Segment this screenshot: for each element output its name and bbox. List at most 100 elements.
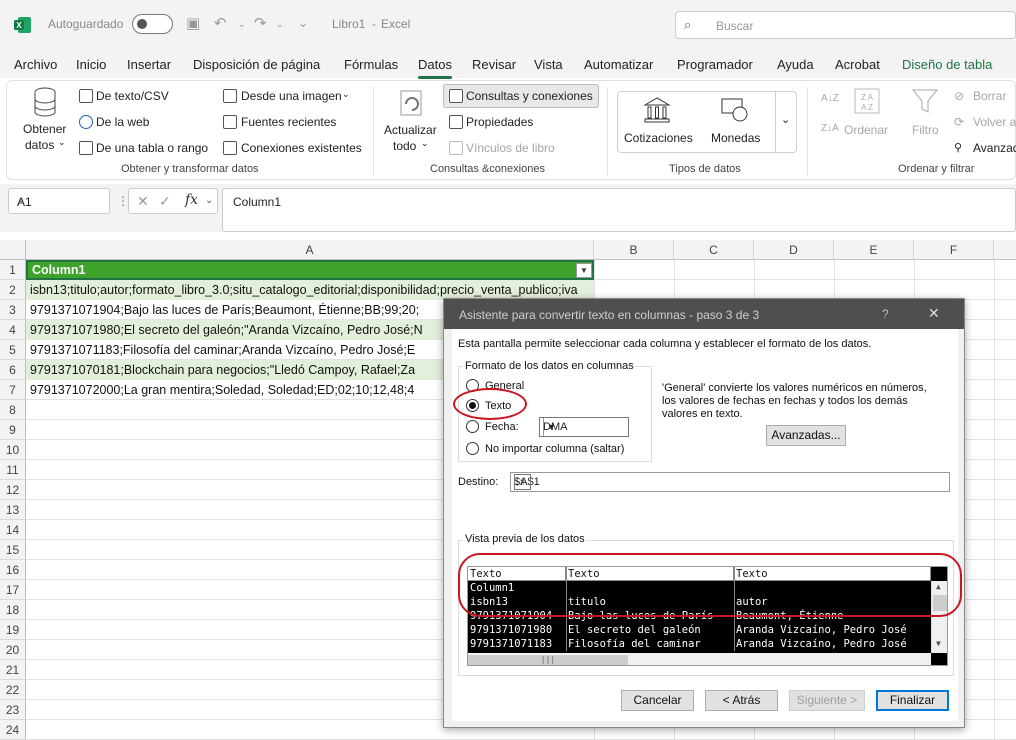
sort-za-icon[interactable]: Z↓A bbox=[821, 123, 839, 134]
date-format-select[interactable]: DMA ▼ bbox=[539, 417, 629, 437]
stocks-button[interactable]: Cotizaciones bbox=[624, 131, 693, 145]
select-all-corner[interactable] bbox=[0, 240, 26, 260]
clear-button[interactable]: Borrar bbox=[973, 89, 1006, 103]
row-header[interactable]: 21 bbox=[0, 660, 26, 680]
autosave-toggle[interactable] bbox=[132, 14, 173, 34]
table-row[interactable]: isbn13;titulo;autor;formato_libro_3.0;si… bbox=[26, 280, 594, 300]
tab-inicio[interactable]: Inicio bbox=[76, 57, 106, 72]
search-input[interactable]: ⌕ Buscar bbox=[675, 11, 1016, 39]
cancel-button[interactable]: Cancelar bbox=[621, 690, 694, 711]
dialog-title-bar[interactable]: Asistente para convertir texto en column… bbox=[444, 299, 964, 329]
advanced-filter-button[interactable]: Avanzad bbox=[973, 141, 1016, 155]
tab-automatizar[interactable]: Automatizar bbox=[584, 57, 653, 72]
row-header[interactable]: 20 bbox=[0, 640, 26, 660]
row-header[interactable]: 6 bbox=[0, 360, 26, 380]
tab-revisar[interactable]: Revisar bbox=[472, 57, 516, 72]
formula-input[interactable]: Column1 bbox=[222, 188, 1016, 232]
column-header[interactable]: D bbox=[754, 240, 834, 260]
undo-dropdown-icon[interactable]: ⌄ bbox=[238, 19, 246, 30]
column-header[interactable]: A bbox=[26, 240, 594, 260]
name-box[interactable]: A1 ⌄ bbox=[8, 188, 110, 214]
undo-icon[interactable]: ↶ bbox=[214, 14, 227, 32]
cancel-icon[interactable]: ✕ bbox=[137, 193, 149, 210]
preview-column-header[interactable]: Texto bbox=[566, 567, 734, 581]
workbook-links-button[interactable]: Vínculos de libro bbox=[466, 141, 555, 155]
properties-button[interactable]: Propiedades bbox=[466, 115, 533, 129]
help-icon[interactable]: ? bbox=[882, 307, 889, 321]
from-image-button[interactable]: Desde una imagen bbox=[241, 89, 342, 103]
get-data-label2[interactable]: datos bbox=[25, 138, 54, 152]
redo-icon[interactable]: ↷ bbox=[254, 14, 267, 32]
get-data-label[interactable]: Obtener bbox=[23, 122, 66, 136]
row-header[interactable]: 17 bbox=[0, 580, 26, 600]
close-icon[interactable]: ✕ bbox=[928, 305, 940, 322]
filter-button[interactable]: Filtro bbox=[912, 123, 939, 137]
tab-diseno-tabla[interactable]: Diseño de tabla bbox=[902, 57, 992, 72]
radio-date[interactable] bbox=[466, 420, 479, 433]
row-header[interactable]: 7 bbox=[0, 380, 26, 400]
finish-button[interactable]: Finalizar bbox=[876, 690, 949, 711]
preview-column-header[interactable]: Texto bbox=[468, 567, 566, 581]
table-header-cell[interactable]: Column1 bbox=[26, 260, 594, 280]
advanced-button[interactable]: Avanzadas... bbox=[766, 425, 846, 446]
row-header[interactable]: 13 bbox=[0, 500, 26, 520]
tab-datos[interactable]: Datos bbox=[418, 57, 452, 79]
save-icon[interactable]: ▣ bbox=[186, 14, 200, 32]
column-header[interactable]: B bbox=[594, 240, 674, 260]
row-header[interactable]: 10 bbox=[0, 440, 26, 460]
insert-function-icon[interactable]: fx bbox=[185, 192, 198, 208]
reapply-button[interactable]: Volver a bbox=[973, 115, 1016, 129]
radio-text-label[interactable]: Texto bbox=[485, 400, 511, 412]
tab-insertar[interactable]: Insertar bbox=[127, 57, 171, 72]
scroll-thumb[interactable] bbox=[933, 595, 947, 611]
preview-column-header[interactable]: Texto bbox=[734, 567, 931, 581]
column-header[interactable]: C bbox=[674, 240, 754, 260]
redo-dropdown-icon[interactable]: ⌄ bbox=[276, 19, 284, 30]
row-header[interactable]: 11 bbox=[0, 460, 26, 480]
enter-icon[interactable]: ✓ bbox=[159, 193, 171, 210]
row-header[interactable]: 9 bbox=[0, 420, 26, 440]
from-text-button[interactable]: De texto/CSV bbox=[96, 89, 169, 103]
row-header[interactable]: 14 bbox=[0, 520, 26, 540]
tab-vista[interactable]: Vista bbox=[534, 57, 563, 72]
row-header[interactable]: 8 bbox=[0, 400, 26, 420]
scroll-thumb[interactable]: ||| bbox=[468, 655, 628, 665]
scroll-down-icon[interactable]: ▼ bbox=[936, 639, 941, 648]
radio-general[interactable] bbox=[466, 379, 479, 392]
radio-general-label[interactable]: General bbox=[485, 380, 524, 392]
preview-horizontal-scrollbar[interactable]: ||| bbox=[468, 653, 931, 665]
row-header[interactable]: 5 bbox=[0, 340, 26, 360]
tab-archivo[interactable]: Archivo bbox=[14, 57, 57, 72]
from-table-button[interactable]: De una tabla o rango bbox=[96, 141, 208, 155]
data-preview[interactable]: Texto Texto Texto Column1 isbn13 titulo … bbox=[467, 566, 948, 666]
row-header[interactable]: 15 bbox=[0, 540, 26, 560]
refresh-all-label[interactable]: Actualizar bbox=[384, 123, 437, 137]
row-header[interactable]: 22 bbox=[0, 680, 26, 700]
collapse-dialog-icon[interactable]: ⇧ bbox=[514, 474, 531, 490]
row-header[interactable]: 2 bbox=[0, 280, 26, 300]
tab-disposicion[interactable]: Disposición de página bbox=[193, 57, 320, 72]
customize-toolbar-icon[interactable]: ⌄ bbox=[298, 16, 308, 30]
tab-ayuda[interactable]: Ayuda bbox=[777, 57, 814, 72]
currencies-button[interactable]: Monedas bbox=[711, 131, 760, 145]
sort-button[interactable]: Ordenar bbox=[844, 123, 888, 137]
radio-text[interactable] bbox=[466, 399, 479, 412]
scroll-up-icon[interactable]: ▲ bbox=[936, 582, 941, 591]
radio-date-label[interactable]: Fecha: bbox=[485, 421, 519, 433]
row-header[interactable]: 16 bbox=[0, 560, 26, 580]
filter-dropdown-icon[interactable]: ▼ bbox=[576, 263, 592, 278]
row-header[interactable]: 24 bbox=[0, 720, 26, 740]
next-button[interactable]: Siguiente > bbox=[789, 690, 865, 711]
tab-formulas[interactable]: Fórmulas bbox=[344, 57, 398, 72]
tab-acrobat[interactable]: Acrobat bbox=[835, 57, 880, 72]
from-web-button[interactable]: De la web bbox=[96, 115, 149, 129]
row-header[interactable]: 4 bbox=[0, 320, 26, 340]
row-header[interactable]: 18 bbox=[0, 600, 26, 620]
recent-sources-button[interactable]: Fuentes recientes bbox=[241, 115, 336, 129]
row-header[interactable]: 1 bbox=[0, 260, 26, 280]
radio-skip-label[interactable]: No importar columna (saltar) bbox=[485, 443, 624, 455]
row-header[interactable]: 23 bbox=[0, 700, 26, 720]
row-header[interactable]: 3 bbox=[0, 300, 26, 320]
radio-skip[interactable] bbox=[466, 442, 479, 455]
column-header-partial[interactable] bbox=[994, 240, 1016, 260]
